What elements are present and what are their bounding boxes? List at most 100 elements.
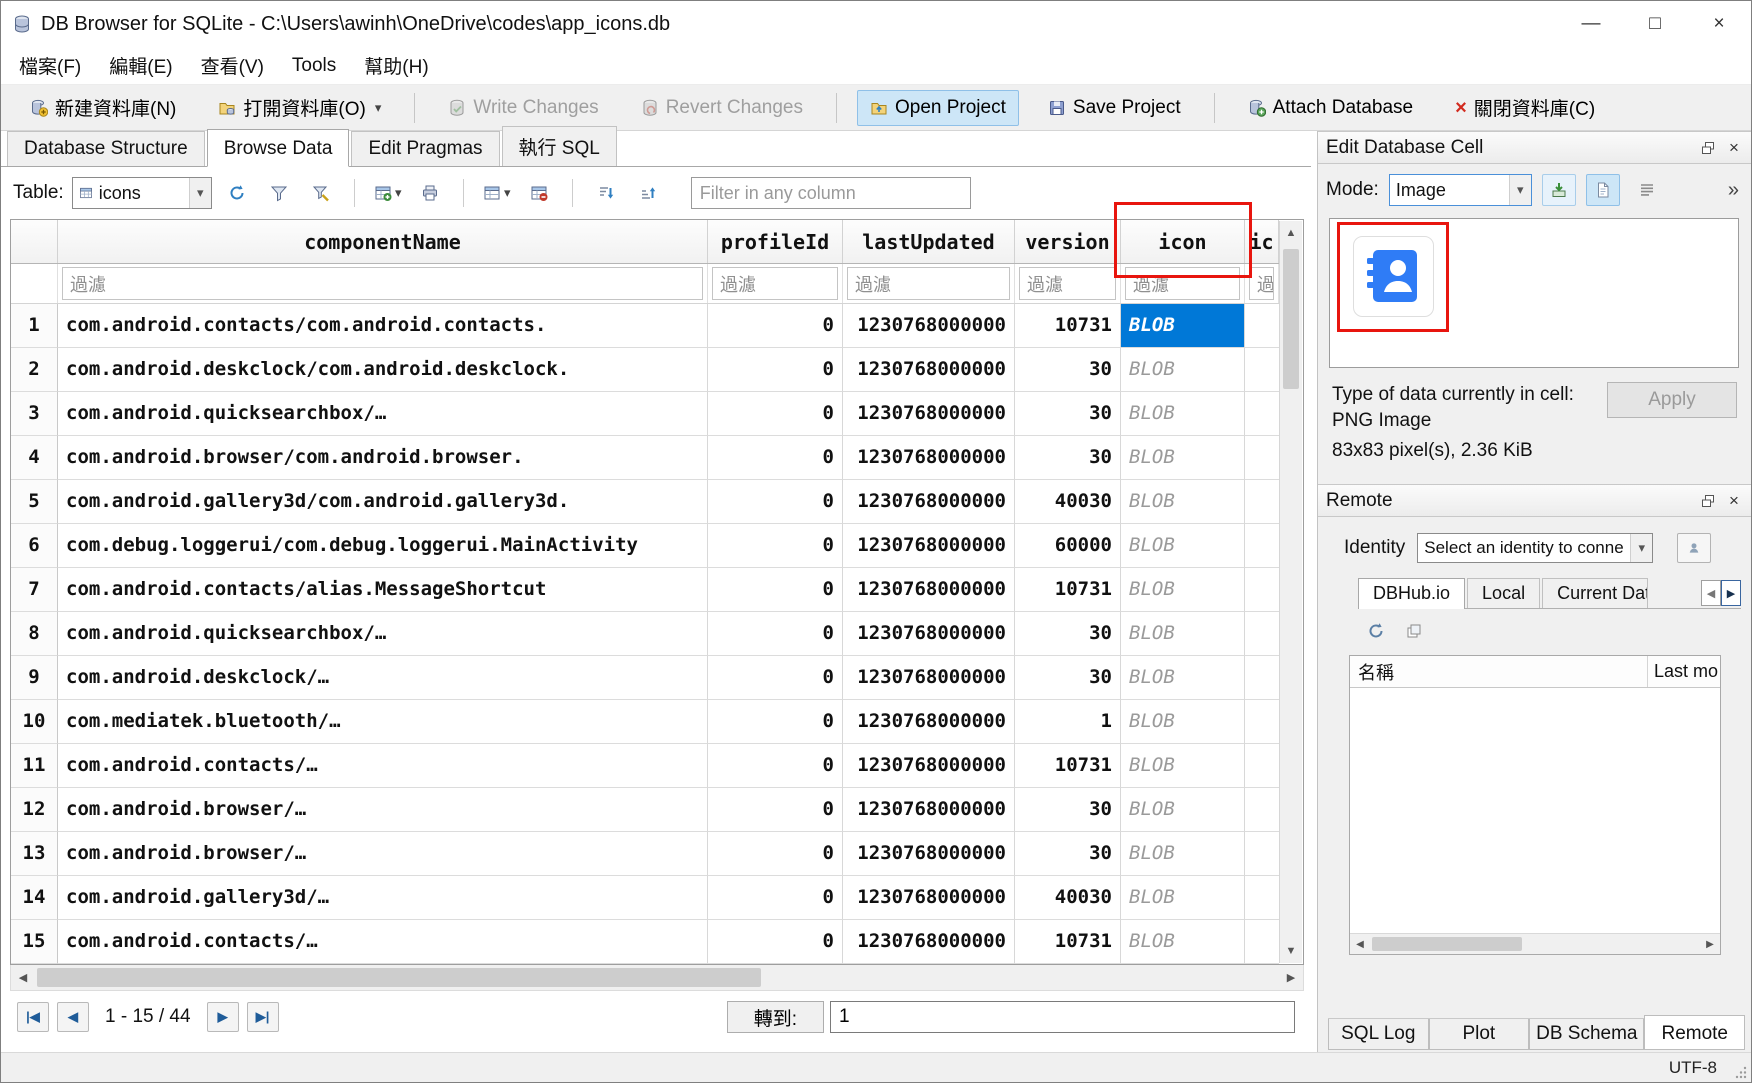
cell-version[interactable]: 40030 <box>1015 480 1121 524</box>
cell-extra[interactable] <box>1245 348 1279 392</box>
column-header-extra[interactable]: ic <box>1245 220 1279 263</box>
cell-version[interactable]: 10731 <box>1015 568 1121 612</box>
column-header-icon[interactable]: icon <box>1121 220 1245 263</box>
cell-icon[interactable]: BLOB <box>1121 788 1245 832</box>
menu-view[interactable]: 查看(V) <box>187 46 278 85</box>
cell-profileId[interactable]: 0 <box>708 304 843 348</box>
scroll-left-button[interactable]: ◀ <box>1350 934 1370 954</box>
cell-componentName[interactable]: com.android.deskclock/… <box>58 656 708 700</box>
row-number[interactable]: 7 <box>11 568 58 612</box>
cell-lastUpdated[interactable]: 1230768000000 <box>843 480 1015 524</box>
cell-lastUpdated[interactable]: 1230768000000 <box>843 392 1015 436</box>
cell-lastUpdated[interactable]: 1230768000000 <box>843 788 1015 832</box>
row-number[interactable]: 14 <box>11 876 58 920</box>
cell-componentName[interactable]: com.android.quicksearchbox/… <box>58 392 708 436</box>
row-number[interactable]: 8 <box>11 612 58 656</box>
scroll-up-button[interactable]: ▲ <box>1280 221 1302 245</box>
sort-desc-button[interactable] <box>631 177 665 209</box>
cell-lastUpdated[interactable]: 1230768000000 <box>843 304 1015 348</box>
remote-refresh-button[interactable] <box>1362 617 1390 645</box>
cell-icon[interactable]: BLOB <box>1121 348 1245 392</box>
write-changes-button[interactable]: Write Changes <box>435 90 611 126</box>
cell-componentName[interactable]: com.android.contacts/com.android.contact… <box>58 304 708 348</box>
close-panel-button[interactable]: × <box>1722 136 1746 160</box>
cell-profileId[interactable]: 0 <box>708 480 843 524</box>
cell-icon[interactable]: BLOB <box>1121 920 1245 964</box>
cell-version[interactable]: 30 <box>1015 788 1121 832</box>
open-project-button[interactable]: Open Project <box>857 90 1019 126</box>
minimize-button[interactable]: — <box>1559 1 1623 47</box>
new-record-button[interactable]: ▾ <box>371 177 405 209</box>
tab-execute-sql[interactable]: 執行 SQL <box>502 126 617 166</box>
row-number[interactable]: 4 <box>11 436 58 480</box>
save-project-button[interactable]: Save Project <box>1035 90 1194 126</box>
remote-scroll-thumb[interactable] <box>1372 937 1522 951</box>
cell-version[interactable]: 30 <box>1015 612 1121 656</box>
cell-version[interactable]: 1 <box>1015 700 1121 744</box>
row-number[interactable]: 5 <box>11 480 58 524</box>
cell-extra[interactable] <box>1245 920 1279 964</box>
horizontal-scroll-thumb[interactable] <box>37 968 761 987</box>
cell-componentName[interactable]: com.android.gallery3d/com.android.galler… <box>58 480 708 524</box>
menu-tools[interactable]: Tools <box>278 49 350 83</box>
cell-icon[interactable]: BLOB <box>1121 436 1245 480</box>
cell-componentName[interactable]: com.android.browser/… <box>58 832 708 876</box>
open-database-button[interactable]: 打開資料庫(O) ▾ <box>205 87 394 128</box>
tab-current-database[interactable]: Current Dat <box>1542 578 1648 608</box>
tab-remote[interactable]: Remote <box>1644 1015 1745 1050</box>
cell-componentName[interactable]: com.android.quicksearchbox/… <box>58 612 708 656</box>
tab-edit-pragmas[interactable]: Edit Pragmas <box>351 131 499 166</box>
row-number[interactable]: 2 <box>11 348 58 392</box>
filter-cell-lastUpdated[interactable]: 過濾 <box>843 264 1015 303</box>
cell-icon[interactable]: BLOB <box>1121 392 1245 436</box>
cell-extra[interactable] <box>1245 612 1279 656</box>
cell-profileId[interactable]: 0 <box>708 876 843 920</box>
cell-icon[interactable]: BLOB <box>1121 304 1245 348</box>
sort-asc-button[interactable] <box>589 177 623 209</box>
row-number[interactable]: 11 <box>11 744 58 788</box>
cell-extra[interactable] <box>1245 436 1279 480</box>
cell-profileId[interactable]: 0 <box>708 744 843 788</box>
table-selector[interactable]: icons ▾ <box>72 177 212 209</box>
column-header-componentName[interactable]: componentName <box>58 220 708 263</box>
column-header-lastUpdated[interactable]: lastUpdated <box>843 220 1015 263</box>
cell-icon[interactable]: BLOB <box>1121 480 1245 524</box>
clear-filters-button[interactable] <box>262 177 296 209</box>
cell-lastUpdated[interactable]: 1230768000000 <box>843 568 1015 612</box>
cell-componentName[interactable]: com.android.contacts/… <box>58 744 708 788</box>
row-number[interactable]: 9 <box>11 656 58 700</box>
cell-version[interactable]: 10731 <box>1015 744 1121 788</box>
cell-lastUpdated[interactable]: 1230768000000 <box>843 436 1015 480</box>
cell-componentName[interactable]: com.android.contacts/… <box>58 920 708 964</box>
refresh-button[interactable] <box>220 177 254 209</box>
cell-version[interactable]: 30 <box>1015 392 1121 436</box>
duplicate-record-button[interactable]: ▾ <box>480 177 514 209</box>
close-database-button[interactable]: × 關閉資料庫(C) <box>1442 87 1608 128</box>
open-database-dropdown-icon[interactable]: ▾ <box>375 100 382 116</box>
delete-record-button[interactable] <box>522 177 556 209</box>
scroll-right-button[interactable]: ▶ <box>1279 965 1303 990</box>
row-number[interactable]: 13 <box>11 832 58 876</box>
menu-help[interactable]: 幫助(H) <box>350 46 442 85</box>
toolbar-overflow-icon[interactable]: » <box>1728 179 1743 202</box>
cell-profileId[interactable]: 0 <box>708 348 843 392</box>
first-record-button[interactable]: |◀ <box>17 1002 49 1032</box>
scroll-down-button[interactable]: ▼ <box>1280 939 1302 963</box>
goto-button[interactable]: 轉到: <box>727 1001 824 1033</box>
cell-lastUpdated[interactable]: 1230768000000 <box>843 744 1015 788</box>
remote-column-name[interactable]: 名稱 <box>1350 656 1648 687</box>
float-panel-button[interactable] <box>1696 489 1720 513</box>
revert-changes-button[interactable]: Revert Changes <box>628 90 816 126</box>
save-filter-button[interactable] <box>304 177 338 209</box>
cell-lastUpdated[interactable]: 1230768000000 <box>843 348 1015 392</box>
cell-lastUpdated[interactable]: 1230768000000 <box>843 656 1015 700</box>
cell-extra[interactable] <box>1245 700 1279 744</box>
cell-profileId[interactable]: 0 <box>708 832 843 876</box>
cell-lastUpdated[interactable]: 1230768000000 <box>843 876 1015 920</box>
cell-extra[interactable] <box>1245 480 1279 524</box>
tab-db-schema[interactable]: DB Schema <box>1529 1019 1644 1050</box>
cell-lastUpdated[interactable]: 1230768000000 <box>843 700 1015 744</box>
cell-version[interactable]: 30 <box>1015 656 1121 700</box>
text-mode-button[interactable] <box>1586 174 1620 206</box>
cell-componentName[interactable]: com.debug.loggerui/com.debug.loggerui.Ma… <box>58 524 708 568</box>
